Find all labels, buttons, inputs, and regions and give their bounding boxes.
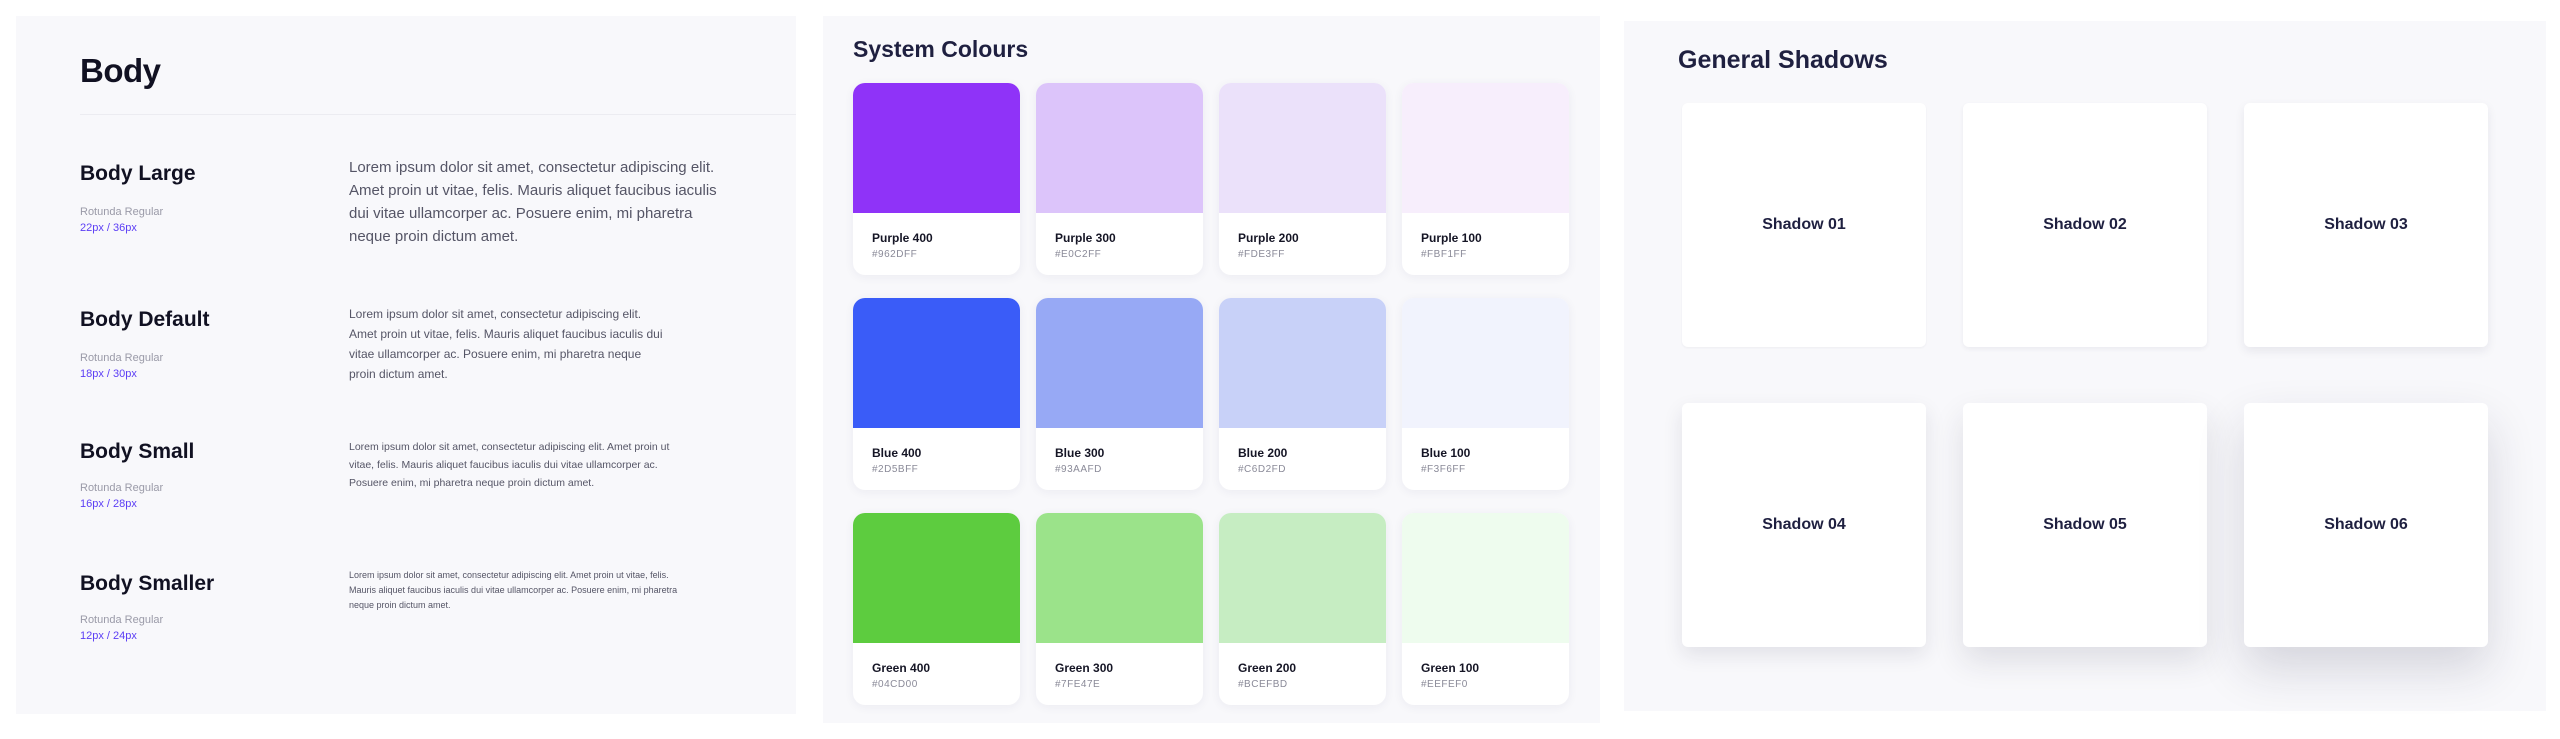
- colour-chip: [1402, 298, 1569, 428]
- type-sample: Lorem ipsum dolor sit amet, consectetur …: [349, 441, 670, 489]
- type-size: 22px / 36px: [80, 222, 137, 234]
- shadow-label: Shadow 02: [2043, 216, 2127, 233]
- system-colours-panel: System Colours Purple 400 #962DFF Purple…: [823, 16, 1600, 723]
- type-size: 18px / 30px: [80, 368, 137, 380]
- type-name: Body Default: [80, 308, 210, 331]
- shadow-card-04: Shadow 04: [1682, 403, 1926, 647]
- colour-chip: [1036, 83, 1203, 213]
- swatch-hex: #C6D2FD: [1238, 464, 1286, 475]
- colour-chip: [1219, 298, 1386, 428]
- swatch-purple-100: Purple 100 #FBF1FF: [1402, 83, 1569, 275]
- general-shadows-panel: General Shadows Shadow 01 Shadow 02 Shad…: [1624, 21, 2546, 711]
- body-typography-panel: Body Body Large Rotunda Regular 22px / 3…: [16, 16, 796, 714]
- swatch-hex: #BCEFBD: [1238, 679, 1288, 690]
- shadow-label: Shadow 03: [2324, 216, 2408, 233]
- swatch-name: Blue 200: [1238, 446, 1288, 460]
- swatch-purple-200: Purple 200 #FDE3FF: [1219, 83, 1386, 275]
- colour-chip: [1219, 513, 1386, 643]
- swatch-blue-200: Blue 200 #C6D2FD: [1219, 298, 1386, 490]
- type-font: Rotunda Regular: [80, 352, 164, 364]
- body-heading: Body: [80, 52, 161, 89]
- swatch-hex: #E0C2FF: [1055, 249, 1102, 260]
- swatch-purple-400: Purple 400 #962DFF: [853, 83, 1020, 275]
- swatch-hex: #93AAFD: [1055, 464, 1102, 475]
- swatch-name: Purple 300: [1055, 231, 1116, 245]
- type-sample: Lorem ipsum dolor sit amet, consectetur …: [349, 570, 678, 610]
- swatch-name: Green 400: [872, 661, 931, 675]
- swatch-green-100: Green 100 #EEFEF0: [1402, 513, 1569, 705]
- swatch-name: Green 100: [1421, 661, 1480, 675]
- type-font: Rotunda Regular: [80, 482, 164, 494]
- colour-chip: [853, 83, 1020, 213]
- type-name: Body Small: [80, 440, 195, 463]
- shadow-card-05: Shadow 05: [1963, 403, 2207, 647]
- shadow-card-02: Shadow 02: [1963, 103, 2207, 347]
- shadow-label: Shadow 05: [2043, 516, 2127, 533]
- divider: [80, 114, 796, 115]
- swatch-blue-300: Blue 300 #93AAFD: [1036, 298, 1203, 490]
- swatch-name: Green 300: [1055, 661, 1114, 675]
- type-font: Rotunda Regular: [80, 614, 164, 626]
- type-sample: Lorem ipsum dolor sit amet, consectetur …: [349, 307, 663, 381]
- colour-chip: [1402, 513, 1569, 643]
- colour-chip: [1036, 298, 1203, 428]
- shadow-label: Shadow 04: [1762, 516, 1846, 533]
- swatch-green-400: Green 400 #04CD00: [853, 513, 1020, 705]
- shadow-card-06: Shadow 06: [2244, 403, 2488, 647]
- swatch-name: Blue 400: [872, 446, 922, 460]
- swatch-hex: #2D5BFF: [872, 464, 919, 475]
- type-name: Body Large: [80, 162, 196, 185]
- swatch-hex: #FDE3FF: [1238, 249, 1285, 260]
- colour-chip: [853, 513, 1020, 643]
- colour-chip: [1036, 513, 1203, 643]
- shadow-card-01: Shadow 01: [1682, 103, 1926, 347]
- swatch-hex: #962DFF: [872, 249, 918, 260]
- swatch-hex: #04CD00: [872, 679, 918, 690]
- type-name: Body Smaller: [80, 572, 215, 595]
- swatch-green-200: Green 200 #BCEFBD: [1219, 513, 1386, 705]
- shadow-label: Shadow 01: [1762, 216, 1846, 233]
- type-font: Rotunda Regular: [80, 206, 164, 218]
- type-sample: Lorem ipsum dolor sit amet, consectetur …: [349, 159, 717, 245]
- swatch-name: Blue 100: [1421, 446, 1471, 460]
- swatch-name: Blue 300: [1055, 446, 1105, 460]
- swatch-name: Purple 200: [1238, 231, 1299, 245]
- swatch-name: Purple 100: [1421, 231, 1482, 245]
- swatch-hex: #F3F6FF: [1421, 464, 1466, 475]
- swatch-hex: #FBF1FF: [1421, 249, 1467, 260]
- shadow-card-03: Shadow 03: [2244, 103, 2488, 347]
- swatch-blue-100: Blue 100 #F3F6FF: [1402, 298, 1569, 490]
- colour-chip: [1402, 83, 1569, 213]
- swatch-name: Purple 400: [872, 231, 933, 245]
- shadow-label: Shadow 06: [2324, 516, 2408, 533]
- swatch-hex: #EEFEF0: [1421, 679, 1468, 690]
- swatch-blue-400: Blue 400 #2D5BFF: [853, 298, 1020, 490]
- swatch-name: Green 200: [1238, 661, 1297, 675]
- colours-heading: System Colours: [853, 36, 1029, 62]
- swatch-hex: #7FE47E: [1055, 679, 1101, 690]
- shadows-heading: General Shadows: [1678, 46, 1888, 74]
- swatch-green-300: Green 300 #7FE47E: [1036, 513, 1203, 705]
- type-size: 16px / 28px: [80, 498, 137, 510]
- colour-chip: [1219, 83, 1386, 213]
- type-size: 12px / 24px: [80, 630, 137, 642]
- swatch-purple-300: Purple 300 #E0C2FF: [1036, 83, 1203, 275]
- colour-chip: [853, 298, 1020, 428]
